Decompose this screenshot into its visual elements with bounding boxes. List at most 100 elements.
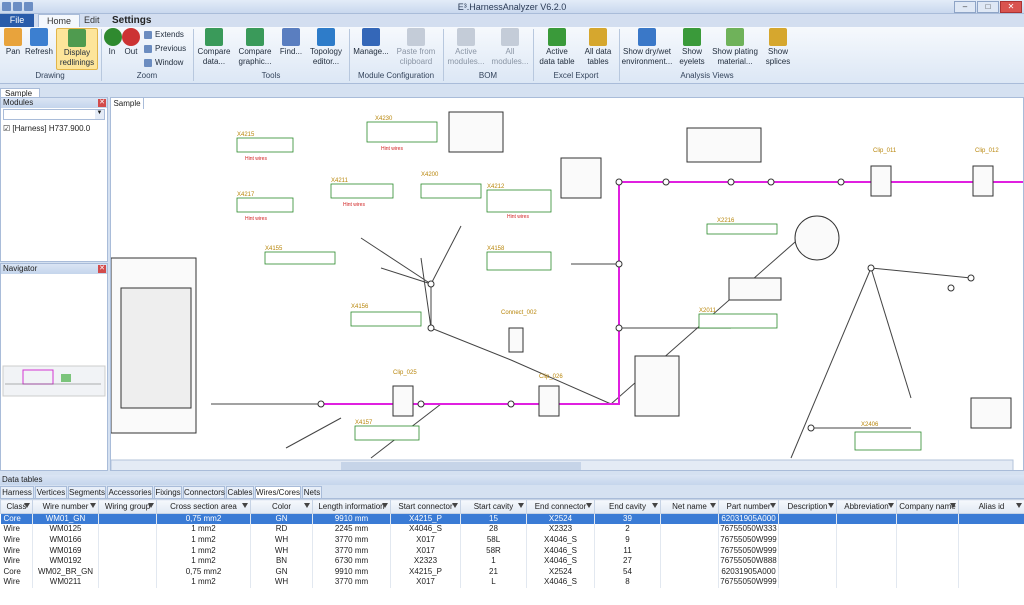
table-cell[interactable]: 9 — [594, 534, 661, 546]
table-cell[interactable] — [958, 566, 1024, 578]
tab-edit[interactable]: Edit — [76, 14, 108, 27]
table-row[interactable]: Wire WM0169 1 mm2 WH 3770 mm X017 58R X4046_S 11… — [0, 545, 1024, 556]
tab-nets[interactable]: Nets — [302, 486, 322, 498]
display-redlinings-button[interactable]: Display redlinings — [56, 28, 98, 70]
table-cell[interactable]: 1 mm2 — [156, 555, 251, 567]
connector-housing-shape[interactable] — [686, 127, 762, 163]
tab-home[interactable]: Home — [38, 14, 81, 27]
connector-housing-shape[interactable] — [560, 157, 602, 199]
table-cell[interactable]: 76755050W999 — [718, 534, 779, 546]
connector-shape[interactable] — [508, 327, 524, 353]
table-cell[interactable] — [896, 545, 959, 556]
table-cell[interactable] — [98, 524, 157, 535]
table-cell[interactable]: X4046_S — [526, 577, 595, 588]
table-cell[interactable]: 0,75 mm2 — [156, 566, 251, 578]
table-cell[interactable]: Wire — [0, 545, 33, 556]
table-cell[interactable]: 1 mm2 — [156, 577, 251, 588]
table-cell[interactable] — [958, 545, 1024, 556]
table-cell[interactable]: Wire — [0, 555, 33, 567]
zoom-out-button[interactable]: Out — [122, 28, 140, 70]
column-header[interactable]: Color — [250, 499, 313, 514]
table-cell[interactable] — [836, 566, 897, 578]
filter-icon[interactable] — [888, 503, 894, 509]
table-cell[interactable]: 76755050W333 — [718, 524, 779, 535]
compare-graphic-button[interactable]: Compare graphic... — [236, 28, 274, 70]
column-header[interactable]: Alias id — [958, 499, 1024, 514]
table-cell[interactable]: 62031905A000 — [718, 513, 779, 525]
paste-from-clipboard-button[interactable]: Paste from clipboard — [394, 28, 438, 70]
table-cell[interactable]: X4215_P — [390, 566, 461, 578]
pan-button[interactable]: Pan — [2, 28, 24, 70]
table-cell[interactable]: Wire — [0, 534, 33, 546]
previous-button[interactable]: Previous — [144, 43, 186, 54]
table-cell[interactable] — [836, 534, 897, 546]
column-header[interactable]: End connector — [526, 499, 595, 514]
tab-cables[interactable]: Cables — [226, 486, 254, 498]
minimize-button[interactable]: – — [954, 1, 976, 13]
table-cell[interactable]: 27 — [594, 555, 661, 567]
table-cell[interactable] — [896, 534, 959, 546]
table-cell[interactable]: WM01_GN — [32, 513, 99, 525]
column-header[interactable]: End cavity — [594, 499, 661, 514]
table-cell[interactable] — [836, 513, 897, 525]
filter-icon[interactable] — [90, 503, 96, 509]
table-cell[interactable]: 1 mm2 — [156, 524, 251, 535]
column-header[interactable]: Description — [778, 499, 837, 514]
filter-icon[interactable] — [1016, 503, 1022, 509]
navigator-thumbnail[interactable] — [1, 274, 107, 470]
table-cell[interactable] — [836, 577, 897, 588]
table-row[interactable]: Core WM01_GN 0,75 mm2 GN 9910 mm X4215_P 15 X25… — [0, 513, 1024, 525]
drawing-label[interactable]: X4157 — [355, 420, 373, 426]
table-cell[interactable]: 1 — [460, 555, 527, 567]
table-cell[interactable]: X4046_S — [526, 555, 595, 567]
table-cell[interactable]: 58L — [460, 534, 527, 546]
table-cell[interactable] — [778, 513, 837, 525]
column-header[interactable]: Wire number — [32, 499, 99, 514]
column-header[interactable]: Wiring group — [98, 499, 157, 514]
drawing-label[interactable]: Clip_026 — [539, 374, 563, 380]
close-button[interactable]: ✕ — [1000, 1, 1022, 13]
maximize-button[interactable]: □ — [977, 1, 999, 13]
column-header[interactable]: Start connector — [390, 499, 461, 514]
table-cell[interactable]: BN — [250, 555, 313, 567]
table-cell[interactable]: 54 — [594, 566, 661, 578]
active-data-table-button[interactable]: Active data table — [536, 28, 578, 70]
filter-icon[interactable] — [452, 503, 458, 509]
table-cell[interactable]: Wire — [0, 524, 33, 535]
table-cell[interactable] — [660, 545, 719, 556]
harness-drawing[interactable]: X4215 X4230 X4217 X4200 X4211 X4212 X415… — [111, 98, 1024, 471]
show-splices-button[interactable]: Show splices — [764, 28, 792, 70]
table-cell[interactable]: 1 mm2 — [156, 545, 251, 556]
column-header[interactable]: Class — [0, 499, 33, 514]
harness-drawing-canvas[interactable]: X4215 X4230 X4217 X4200 X4211 X4212 X415… — [110, 97, 1024, 471]
table-cell[interactable]: X017 — [390, 577, 461, 588]
table-cell[interactable] — [778, 577, 837, 588]
table-cell[interactable] — [836, 555, 897, 567]
table-cell[interactable]: WM02_BR_GN — [32, 566, 99, 578]
table-cell[interactable] — [660, 513, 719, 525]
table-cell[interactable]: WM0192 — [32, 555, 99, 567]
drawing-label[interactable]: X4200 — [421, 172, 439, 178]
filter-icon[interactable] — [770, 503, 776, 509]
clip-shape[interactable] — [870, 165, 892, 197]
close-icon[interactable]: ✕ — [98, 99, 106, 107]
close-icon[interactable]: ✕ — [98, 265, 106, 273]
table-cell[interactable] — [660, 577, 719, 588]
show-plating-button[interactable]: Show plating material... — [710, 28, 760, 70]
table-row[interactable]: Wire WM0125 1 mm2 RD 2245 mm X4046_S 28 X2323 2 7… — [0, 524, 1024, 535]
filter-icon[interactable] — [710, 503, 716, 509]
table-cell[interactable] — [660, 566, 719, 578]
drawing-label[interactable]: X4158 — [487, 246, 505, 252]
compare-data-button[interactable]: Compare data... — [196, 28, 232, 70]
filter-icon[interactable] — [828, 503, 834, 509]
table-cell[interactable]: Core — [0, 513, 33, 525]
table-cell[interactable] — [836, 545, 897, 556]
tab-harness[interactable]: Harness — [0, 486, 34, 498]
table-cell[interactable]: 21 — [460, 566, 527, 578]
drawing-label[interactable]: X2406 — [861, 422, 879, 428]
table-cell[interactable]: X2323 — [526, 524, 595, 535]
table-cell[interactable]: RD — [250, 524, 313, 535]
table-cell[interactable]: 11 — [594, 545, 661, 556]
table-cell[interactable] — [958, 513, 1024, 525]
active-modules-button[interactable]: Active modules... — [446, 28, 486, 70]
